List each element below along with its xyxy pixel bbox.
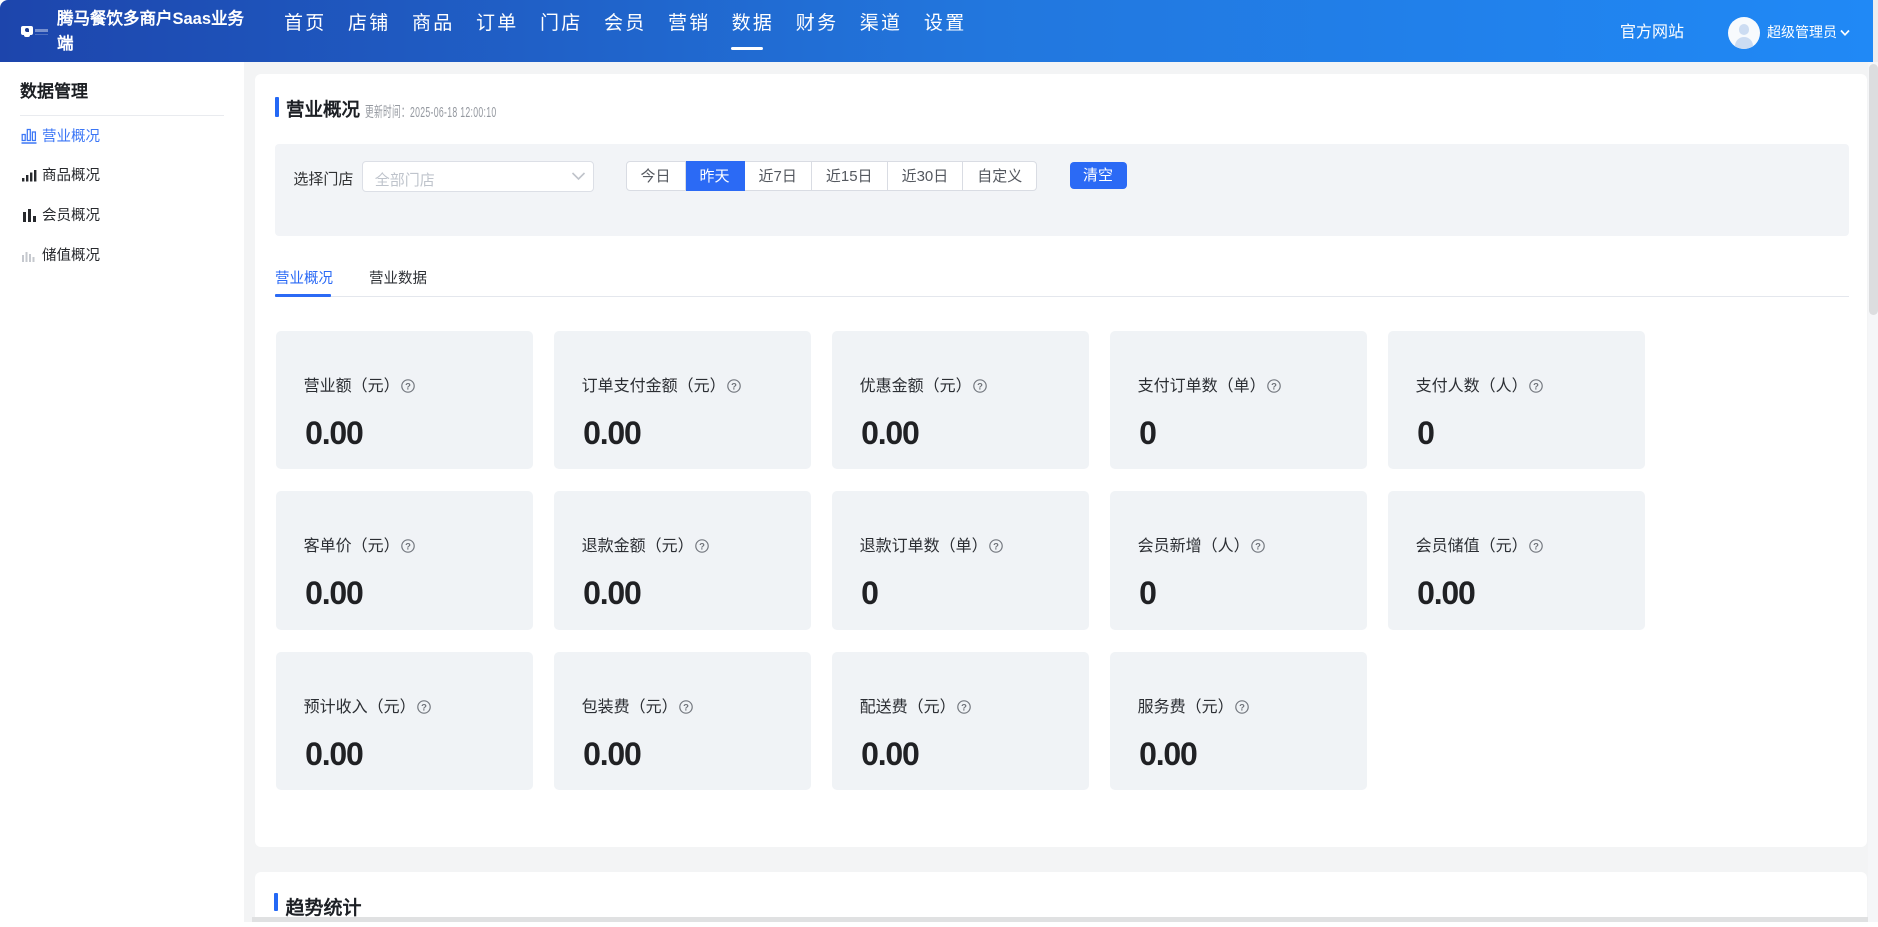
svg-text:?: ? bbox=[1271, 381, 1277, 392]
svg-text:?: ? bbox=[993, 541, 999, 552]
svg-text:?: ? bbox=[405, 541, 411, 552]
svg-text:?: ? bbox=[731, 381, 737, 392]
svg-text:?: ? bbox=[977, 381, 983, 392]
svg-text:?: ? bbox=[699, 541, 705, 552]
svg-text:?: ? bbox=[1239, 702, 1245, 713]
svg-text:?: ? bbox=[1533, 381, 1539, 392]
svg-text:?: ? bbox=[421, 702, 427, 713]
svg-text:?: ? bbox=[961, 702, 967, 713]
svg-text:?: ? bbox=[1533, 541, 1539, 552]
svg-text:?: ? bbox=[683, 702, 689, 713]
svg-text:?: ? bbox=[405, 381, 411, 392]
svg-text:?: ? bbox=[1255, 541, 1261, 552]
